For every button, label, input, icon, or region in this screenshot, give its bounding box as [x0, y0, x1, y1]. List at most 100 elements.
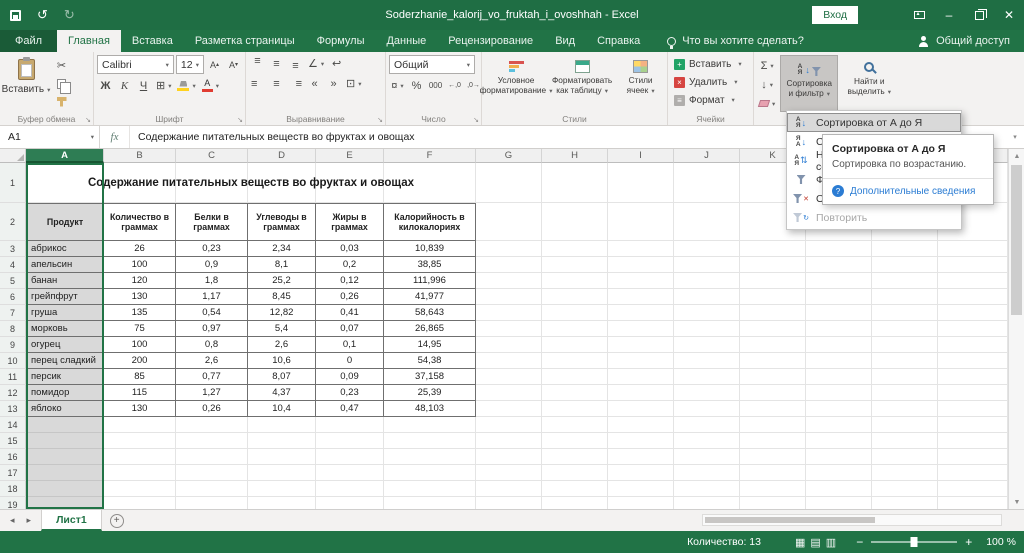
cell-F4[interactable]: 38,85: [384, 257, 476, 273]
cell-J14[interactable]: [674, 417, 740, 433]
cell-A9[interactable]: огурец: [26, 337, 104, 353]
cell-C17[interactable]: [176, 465, 248, 481]
ribbon-display-options-button[interactable]: [904, 0, 934, 30]
align-center-button[interactable]: ≡: [268, 75, 285, 92]
cell-H14[interactable]: [542, 417, 608, 433]
cell-K7[interactable]: [740, 305, 806, 321]
column-header-C[interactable]: C: [176, 149, 248, 163]
cell-M17[interactable]: [872, 465, 938, 481]
row-header-9[interactable]: 9: [0, 337, 26, 353]
cell-J8[interactable]: [674, 321, 740, 337]
row-header-8[interactable]: 8: [0, 321, 26, 337]
cell-I7[interactable]: [608, 305, 674, 321]
cell-F14[interactable]: [384, 417, 476, 433]
cell-B19[interactable]: [104, 497, 176, 509]
cell-I9[interactable]: [608, 337, 674, 353]
cell-H9[interactable]: [542, 337, 608, 353]
number-dialog-launcher[interactable]: ↘: [473, 116, 479, 124]
cell-G11[interactable]: [476, 369, 542, 385]
cell-G16[interactable]: [476, 449, 542, 465]
cell-B14[interactable]: [104, 417, 176, 433]
cell-A17[interactable]: [26, 465, 104, 481]
cell-F13[interactable]: 48,103: [384, 401, 476, 417]
cell-K16[interactable]: [740, 449, 806, 465]
cell-A18[interactable]: [26, 481, 104, 497]
column-header-D[interactable]: D: [248, 149, 316, 163]
cell-C5[interactable]: 1,8: [176, 273, 248, 289]
cell-D15[interactable]: [248, 433, 316, 449]
cell-F17[interactable]: [384, 465, 476, 481]
cell-I16[interactable]: [608, 449, 674, 465]
delete-cells-button[interactable]: ×Удалить▾: [671, 73, 750, 91]
font-size-select[interactable]: 12▾: [176, 55, 204, 74]
zoom-level[interactable]: 100 %: [986, 536, 1016, 548]
cell-M6[interactable]: [872, 289, 938, 305]
cell-F11[interactable]: 37,158: [384, 369, 476, 385]
row-header-10[interactable]: 10: [0, 353, 26, 369]
cell-C9[interactable]: 0,8: [176, 337, 248, 353]
cell-D1[interactable]: [248, 163, 316, 203]
cell-E1[interactable]: [316, 163, 384, 203]
cell-E8[interactable]: 0,07: [316, 321, 384, 337]
cell-M13[interactable]: [872, 401, 938, 417]
row-header-18[interactable]: 18: [0, 481, 26, 497]
format-painter-button[interactable]: [53, 93, 70, 110]
cell-G13[interactable]: [476, 401, 542, 417]
cell-E13[interactable]: 0,47: [316, 401, 384, 417]
cell-G1[interactable]: [476, 163, 542, 203]
decrease-indent-button[interactable]: «: [306, 75, 323, 92]
ribbon-tab-5[interactable]: Данные: [375, 30, 437, 52]
cell-J3[interactable]: [674, 241, 740, 257]
cell-D3[interactable]: 2,34: [248, 241, 316, 257]
font-dialog-launcher[interactable]: ↘: [237, 116, 243, 124]
cell-N18[interactable]: [938, 481, 1008, 497]
sort-filter-button[interactable]: АЯ↓ Сортировка и фильтр▾: [780, 55, 838, 112]
cell-J6[interactable]: [674, 289, 740, 305]
accounting-format-button[interactable]: ¤▾: [389, 77, 406, 94]
cell-C6[interactable]: 1,17: [176, 289, 248, 305]
cell-C19[interactable]: [176, 497, 248, 509]
redo-icon[interactable]: ↻: [64, 7, 75, 23]
insert-cells-button[interactable]: +Вставить▾: [671, 55, 750, 73]
cell-A12[interactable]: помидор: [26, 385, 104, 401]
ribbon-tab-8[interactable]: Справка: [586, 30, 651, 52]
cell-J7[interactable]: [674, 305, 740, 321]
format-as-table-button[interactable]: Форматировать как таблицу▾: [549, 55, 615, 112]
cell-C11[interactable]: 0,77: [176, 369, 248, 385]
row-header-5[interactable]: 5: [0, 273, 26, 289]
next-sheet-icon[interactable]: ▸: [27, 515, 32, 526]
row-header-1[interactable]: 1: [0, 163, 26, 203]
cell-I18[interactable]: [608, 481, 674, 497]
column-header-J[interactable]: J: [674, 149, 740, 163]
cell-K18[interactable]: [740, 481, 806, 497]
cell-B4[interactable]: 100: [104, 257, 176, 273]
cell-G3[interactable]: [476, 241, 542, 257]
horizontal-scroll-thumb[interactable]: [705, 517, 875, 523]
cell-E2[interactable]: Жиры в граммах: [316, 203, 384, 241]
cell-B7[interactable]: 135: [104, 305, 176, 321]
scroll-down-icon[interactable]: ▼: [1009, 495, 1024, 509]
cell-J2[interactable]: [674, 203, 740, 241]
cell-I17[interactable]: [608, 465, 674, 481]
cell-G12[interactable]: [476, 385, 542, 401]
bold-button[interactable]: Ж: [97, 77, 114, 94]
cell-I19[interactable]: [608, 497, 674, 509]
increase-decimal-button[interactable]: ←,0: [446, 77, 463, 94]
add-sheet-button[interactable]: +: [110, 514, 124, 528]
cell-L18[interactable]: [806, 481, 872, 497]
cell-E9[interactable]: 0,1: [316, 337, 384, 353]
cell-H17[interactable]: [542, 465, 608, 481]
cell-H18[interactable]: [542, 481, 608, 497]
cell-B18[interactable]: [104, 481, 176, 497]
cell-G18[interactable]: [476, 481, 542, 497]
cell-I6[interactable]: [608, 289, 674, 305]
zoom-slider-thumb[interactable]: [911, 537, 918, 547]
cell-C18[interactable]: [176, 481, 248, 497]
cell-B3[interactable]: 26: [104, 241, 176, 257]
orientation-button[interactable]: ∠▾: [306, 55, 326, 72]
cell-F1[interactable]: [384, 163, 476, 203]
cell-styles-button[interactable]: Стили ячеек▾: [617, 55, 664, 112]
align-top-button[interactable]: ≡: [249, 55, 266, 72]
cell-M11[interactable]: [872, 369, 938, 385]
cell-M5[interactable]: [872, 273, 938, 289]
